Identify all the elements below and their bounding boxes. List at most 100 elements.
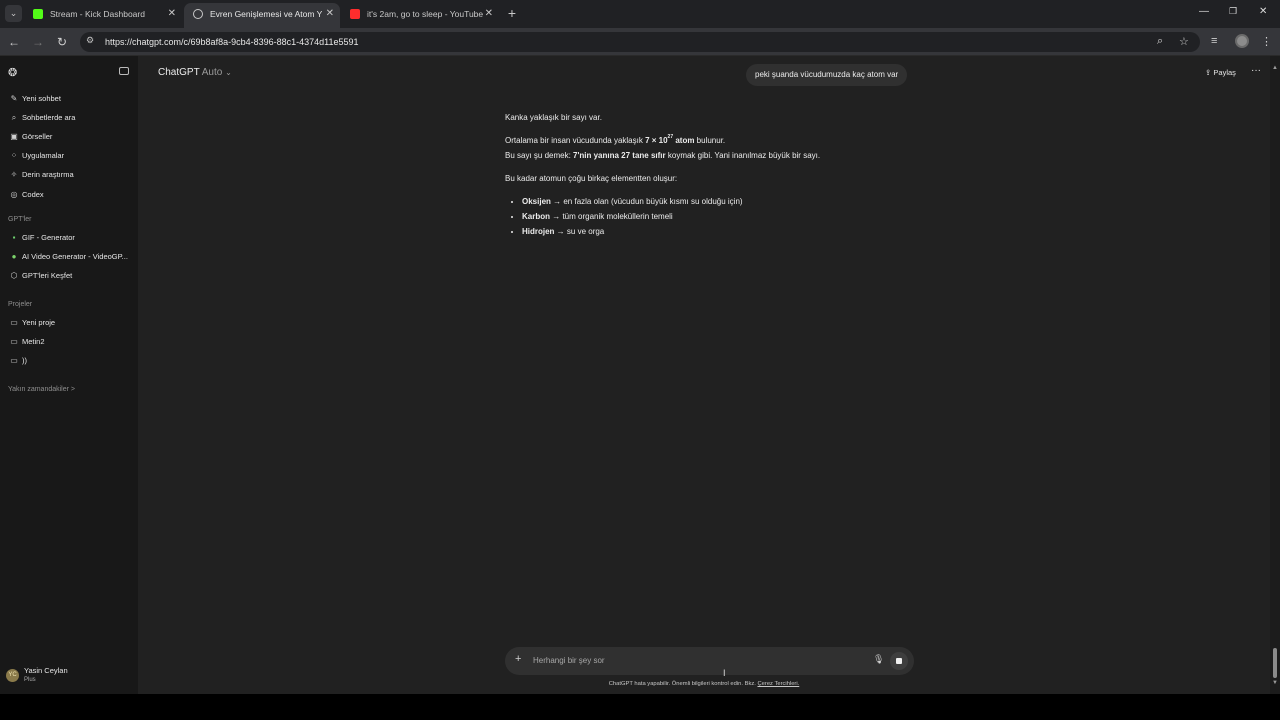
sidebar-item-label: Derin araştırma (22, 170, 74, 179)
sidebar-item-images[interactable]: ▣ Görseller (0, 128, 138, 146)
prompt-input[interactable]: Herhangi bir şey sor (533, 647, 605, 675)
browser-tab[interactable]: Stream - Kick Dashboard ✕ (24, 3, 182, 28)
disclaimer: ChatGPT hata yapabilir. Önemli bilgileri… (138, 681, 1270, 687)
gpt-icon: ● (11, 252, 17, 261)
sidebar-item-ai-video-generator[interactable]: ● AI Video Generator - VideoGP... (0, 248, 138, 266)
kick-icon (33, 9, 43, 19)
browser-tab[interactable]: it's 2am, go to sleep - YouTube ✕ (341, 3, 499, 28)
sidebar-item-label: Codex (22, 190, 44, 199)
list-item: Oksijen → en fazla olan (vücudun büyük k… (522, 194, 925, 209)
sidebar-item-label: GIF - Generator (22, 233, 75, 242)
browser-tab-active[interactable]: Evren Genişlemesi ve Atom Yaşı ✕ (184, 3, 340, 28)
chatgpt-icon (193, 9, 203, 19)
sidebar-item-gif-generator[interactable]: ▪ GIF - Generator (0, 229, 138, 247)
sidebar-item-label: AI Video Generator - VideoGP... (22, 252, 128, 261)
sidebar-item-apps[interactable]: ⁘ Uygulamalar (0, 147, 138, 165)
assistant-message: Kanka yaklaşık bir sayı var. Ortalama bi… (505, 110, 925, 239)
sidebar-item-search[interactable]: ⌕ Sohbetlerde ara (0, 109, 138, 127)
minimize-icon[interactable]: — (1199, 6, 1209, 17)
sidebar-item-new-project[interactable]: ▭ Yeni proje (0, 314, 138, 332)
text: Bu sayı şu demek: (505, 151, 574, 160)
scroll-down-icon[interactable]: ▼ (1272, 680, 1278, 686)
sidebar-item-label: GPT'leri Keşfet (22, 271, 73, 280)
back-icon[interactable]: ← (6, 34, 22, 50)
tab-title: it's 2am, go to sleep - YouTube (367, 9, 484, 19)
text: → tüm organik moleküllerin temeli (550, 212, 673, 221)
folder-plus-icon: ▭ (10, 318, 18, 327)
close-window-icon[interactable]: ✕ (1259, 6, 1267, 17)
restore-icon[interactable]: ❐ (1229, 6, 1237, 17)
forward-icon[interactable]: → (30, 34, 46, 50)
sidebar-item-label: Sohbetlerde ara (22, 113, 76, 122)
scroll-up-icon[interactable]: ▲ (1272, 65, 1278, 71)
bold-text: Oksijen (522, 197, 551, 206)
bold-text: Hidrojen (522, 227, 555, 236)
recent-heading[interactable]: Yakın zamandakiler > (8, 386, 75, 393)
sidebar-item-label: Görseller (22, 132, 53, 141)
list-item: Hidrojen → su ve orga (522, 224, 925, 239)
close-tab-icon[interactable]: ✕ (485, 3, 493, 25)
bold-text: atom (673, 136, 695, 145)
youtube-icon (350, 9, 360, 19)
answer-paragraph: Ortalama bir insan vücudunda yaklaşık 7 … (505, 133, 925, 163)
model-selector[interactable]: ChatGPT Auto ⌄ (158, 67, 232, 78)
taskbar-area (0, 694, 1280, 720)
sidebar: ❂ ✎ Yeni sohbet ⌕ Sohbetlerde ara ▣ Görsell… (0, 56, 138, 694)
cookie-preferences-link[interactable]: Çerez Tercihleri. (757, 681, 799, 687)
media-control-icon[interactable]: ≡ (1211, 35, 1217, 47)
text: koymak gibi. Yani inanılmaz büyük bir sa… (665, 151, 821, 160)
add-attachment-icon[interactable]: + (515, 653, 521, 665)
address-bar[interactable]: ⚙ https://chatgpt.com/c/69b8af8a-9cb4-83… (80, 32, 1200, 52)
sidebar-item-label: Metin2 (22, 337, 45, 346)
browser-tab-strip: ⌄ Stream - Kick Dashboard ✕ Evren Genişl… (0, 0, 1280, 28)
sidebar-item-codex[interactable]: ◎ Codex (0, 186, 138, 204)
reload-icon[interactable]: ↻ (54, 34, 70, 50)
close-tab-icon[interactable]: ✕ (168, 3, 176, 25)
sidebar-item-deep-research[interactable]: ✧ Derin araştırma (0, 166, 138, 184)
avatar: YC (6, 669, 19, 682)
disclaimer-text: ChatGPT hata yapabilir. Önemli bilgileri… (608, 681, 758, 687)
openai-logo-icon[interactable]: ❂ (8, 66, 17, 79)
browser-menu-icon[interactable]: ⋮ (1261, 35, 1272, 48)
share-label: Paylaş (1213, 68, 1236, 77)
search-icon: ⌕ (11, 113, 17, 122)
text: bulunur. (694, 136, 726, 145)
folder-icon: ▭ (10, 356, 18, 365)
sidebar-item-label: )) (22, 356, 27, 365)
bold-text: Karbon (522, 212, 550, 221)
sidebar-item-new-chat[interactable]: ✎ Yeni sohbet (0, 90, 138, 108)
tab-search-icon[interactable]: ⌄ (5, 5, 22, 22)
share-icon: ⇪ (1205, 68, 1212, 77)
new-tab-button[interactable]: + (505, 4, 519, 22)
codex-icon: ◎ (10, 190, 18, 199)
microphone-icon[interactable]: 🎙 (873, 654, 884, 665)
text-cursor-icon: I (723, 668, 726, 678)
zoom-icon[interactable]: ⌕ (1157, 35, 1163, 48)
scrollbar-thumb[interactable] (1273, 648, 1277, 678)
share-button[interactable]: ⇪ Paylaş (1205, 68, 1236, 77)
sidebar-item-project-3[interactable]: ▭)) (0, 352, 138, 370)
element-list: Oksijen → en fazla olan (vücudun büyük k… (505, 194, 925, 239)
sidebar-item-project-metin2[interactable]: ▭ Metin2 (0, 333, 138, 351)
scrollbar[interactable]: ▲ ▼ (1270, 56, 1280, 694)
user-plan: Plus (24, 677, 36, 683)
site-settings-icon[interactable]: ⚙ (86, 35, 94, 46)
sidebar-item-explore-gpts[interactable]: ⬡ GPT'leri Keşfet (0, 267, 138, 285)
answer-paragraph: Bu kadar atomun çoğu birkaç elementten o… (505, 174, 678, 183)
image-icon: ▣ (10, 132, 18, 141)
model-name: ChatGPT (158, 67, 200, 78)
profile-avatar[interactable] (1235, 34, 1249, 48)
close-tab-icon[interactable]: ✕ (326, 3, 334, 25)
stop-button[interactable] (890, 652, 908, 670)
chevron-down-icon: ⌄ (225, 68, 232, 77)
bookmark-star-icon[interactable]: ☆ (1179, 35, 1189, 48)
text: Ortalama bir insan vücudunda yaklaşık (505, 136, 646, 145)
explore-icon: ⬡ (10, 271, 18, 280)
text: → en fazla olan (vücudun büyük kısmı su … (550, 197, 743, 206)
composer[interactable]: + Herhangi bir şey sor 🎙 (505, 647, 914, 675)
research-icon: ✧ (10, 170, 18, 179)
sidebar-toggle-icon[interactable] (119, 67, 129, 75)
sidebar-item-label: Uygulamalar (22, 151, 65, 160)
more-options-icon[interactable]: ··· (1251, 65, 1261, 76)
projects-heading: Projeler (8, 301, 33, 308)
